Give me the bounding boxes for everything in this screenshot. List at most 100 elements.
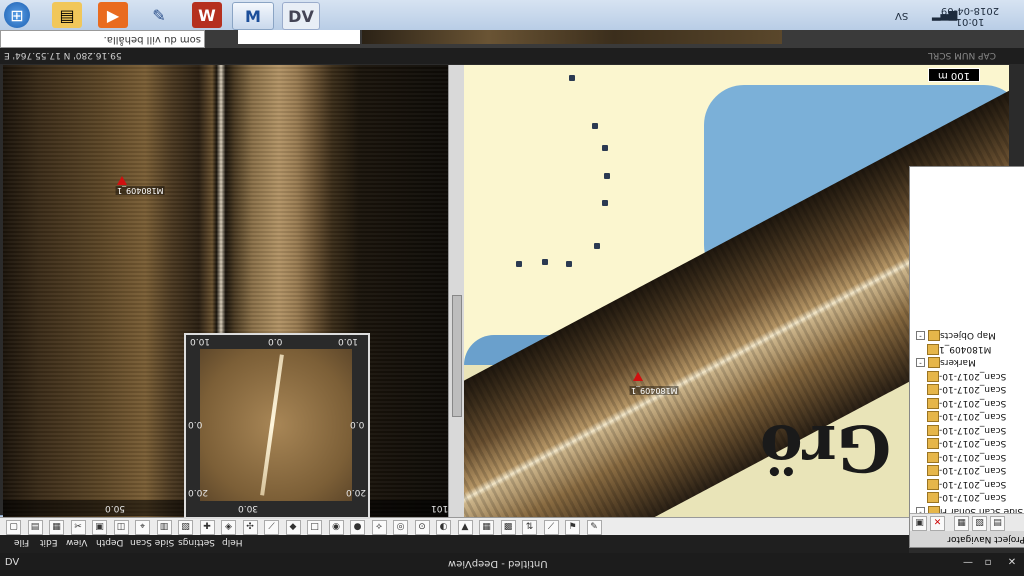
file-explorer-icon[interactable]: ▤ (52, 2, 82, 28)
navigator-title: Project Navigator (910, 531, 1024, 547)
taskbar-clock[interactable]: 10:01 2018-04-09 (940, 1, 1000, 27)
menu-edit[interactable]: Edit (40, 537, 57, 547)
menu-help[interactable]: Help (222, 537, 243, 547)
toolbar-button[interactable]: ⚑ (565, 520, 580, 535)
project-navigator[interactable]: Map Objects - M180409_1 Markers - Scan_2017-1… (909, 166, 1024, 548)
waterfall-marker-label[interactable]: M180409_1 (116, 186, 165, 195)
navigator-row[interactable]: Scan_2017-10- (910, 408, 1024, 422)
toolbar-button[interactable]: ⟡ (371, 520, 387, 535)
scan-file-icon (927, 424, 939, 436)
toolbar-button[interactable]: ✣ (242, 520, 258, 535)
menu-view[interactable]: View (66, 537, 87, 547)
menu-bar: File Edit View Depth Side Scan Settings Help (0, 535, 909, 553)
toolbar-button[interactable]: ✎ (586, 520, 602, 535)
navigator-row-label: Markers (940, 357, 976, 367)
toolbar-button[interactable]: ▩ (500, 520, 516, 535)
navigator-tool-icon[interactable]: ▦ (954, 516, 969, 531)
toolbar-button[interactable]: □ (307, 520, 322, 535)
map-app-icon[interactable]: M (232, 2, 274, 30)
keyboard-indicators: CAP NUM SCRL (928, 50, 996, 60)
toolbar-button[interactable]: ▦ (479, 520, 494, 535)
navigator-tool-icon[interactable]: ▧ (972, 516, 987, 531)
waterfall-axis-left: 50.0 (105, 503, 126, 513)
navigator-row[interactable]: Scan_2017-10- (910, 489, 1024, 503)
toolbar-button[interactable]: ⇅ (522, 520, 537, 535)
navigator-row[interactable]: Markers - (910, 354, 1024, 368)
toolbar-button[interactable]: ⟋ (543, 520, 559, 535)
maximize-button[interactable]: ▫ (980, 556, 996, 570)
navigator-row[interactable]: Scan_2017-10- (910, 368, 1024, 382)
start-orb-icon[interactable]: ⊞ (4, 2, 30, 28)
panel-splitter[interactable] (448, 65, 465, 517)
toolbar-button[interactable]: ◆ (285, 520, 301, 535)
close-button[interactable]: ✕ (1004, 556, 1020, 570)
media-player-icon[interactable]: ▶ (98, 2, 128, 28)
scan-file-icon (927, 451, 939, 463)
marker-triangle-icon[interactable] (117, 176, 127, 185)
navigator-row[interactable]: Scan_2017-10- (910, 435, 1024, 449)
navigator-row[interactable]: M180409_1 (910, 341, 1024, 355)
deepvision-app-icon[interactable]: DV (282, 2, 320, 30)
inset-top-mid: 0.0 (268, 336, 283, 346)
navigator-row[interactable]: Scan_2017-10- (910, 381, 1024, 395)
navigator-delete-icon[interactable]: ✕ (930, 516, 945, 531)
splitter-thumb[interactable] (452, 295, 462, 417)
status-bar: 59.16.280' N 17.55.764' E CAP NUM SCRL (0, 48, 1024, 64)
navigator-row-label: Scan_2017-10- (939, 384, 1007, 394)
collapse-toggle-icon[interactable]: - (916, 331, 925, 340)
toolbar-button[interactable]: ▣ (92, 520, 107, 535)
toolbar-button[interactable]: ▤ (27, 520, 43, 535)
folder-icon (928, 357, 940, 368)
toolbar-button[interactable]: ◎ (393, 520, 408, 535)
navigator-tool-icon[interactable]: ▤ (990, 516, 1005, 531)
navigator-row[interactable]: Scan_2017-10- (910, 462, 1024, 476)
toolbar-button[interactable]: ▥ (156, 520, 172, 535)
wing-app-icon[interactable]: W (192, 2, 222, 28)
menu-depth[interactable]: Depth (96, 537, 123, 547)
toolbar-button[interactable]: ⊙ (414, 520, 430, 535)
navigator-row[interactable]: Scan_2017-10- (910, 422, 1024, 436)
language-indicator[interactable]: SV (895, 10, 908, 21)
map-marker-triangle-icon[interactable] (633, 372, 643, 381)
navigator-row-label: Scan_2017-10- (939, 424, 1007, 435)
menu-file[interactable]: File (14, 537, 29, 547)
clock-time: 10:01 (955, 16, 985, 27)
toolbar-button[interactable]: ◉ (328, 520, 344, 535)
toolbar-button[interactable]: ◫ (113, 520, 129, 535)
folder-icon (928, 330, 940, 341)
scan-file-icon (927, 478, 939, 490)
depth-point (604, 173, 610, 179)
navigator-row[interactable]: Scan_2017-10- (910, 395, 1024, 409)
toolbar-button[interactable]: ● (350, 520, 365, 535)
navigator-row-label: Scan_2017-10- (939, 370, 1007, 381)
navigator-row[interactable]: Scan_2017-10- (910, 476, 1024, 490)
toolbar-button[interactable]: ⟋ (264, 520, 279, 535)
toolbar-button[interactable]: ✚ (199, 520, 215, 535)
navigator-row-label: Scan_2017-10- (939, 492, 1007, 502)
toolbar-button[interactable]: ◐ (436, 520, 451, 535)
collapse-toggle-icon[interactable]: - (916, 358, 925, 367)
toolbar-button[interactable]: ▧ (178, 520, 193, 535)
toolbar-button[interactable]: ▦ (49, 520, 64, 535)
search-suggestion-box[interactable]: som du vill behålla. (0, 30, 205, 48)
tools-app-icon[interactable]: ✎ (144, 2, 174, 28)
depth-point (602, 145, 608, 151)
map-marker-label[interactable]: M180409_1 (630, 386, 679, 395)
sonar-preview-strip (362, 30, 782, 44)
navigator-toolbar: ▣ ✕ ▦ ▧ ▤ (910, 513, 1024, 532)
navigator-row[interactable]: Scan_2017-10- (910, 449, 1024, 463)
navigator-row[interactable]: Map Objects - (910, 327, 1024, 341)
toolbar-button[interactable]: ✂ (70, 520, 86, 535)
menu-side-scan[interactable]: Side Scan (130, 537, 174, 547)
scan-file-icon (927, 370, 939, 382)
menu-settings[interactable]: Settings (178, 537, 215, 547)
toolbar-button[interactable]: ▲ (457, 520, 473, 535)
navigator-tool-icon[interactable]: ▣ (912, 516, 927, 531)
minimize-button[interactable]: — (960, 556, 976, 570)
toolbar-button[interactable]: ◈ (221, 520, 236, 535)
navigator-row-label: Scan_2017-10- (939, 438, 1007, 448)
zoom-inset[interactable]: 10.0 0.0 10.0 0.0 0.0 20.0 30.0 20.0 (184, 333, 370, 519)
toolbar-button[interactable]: ⌖ (135, 520, 150, 535)
app-icon[interactable]: DV (4, 556, 20, 570)
toolbar-button[interactable]: ▢ (6, 520, 21, 535)
